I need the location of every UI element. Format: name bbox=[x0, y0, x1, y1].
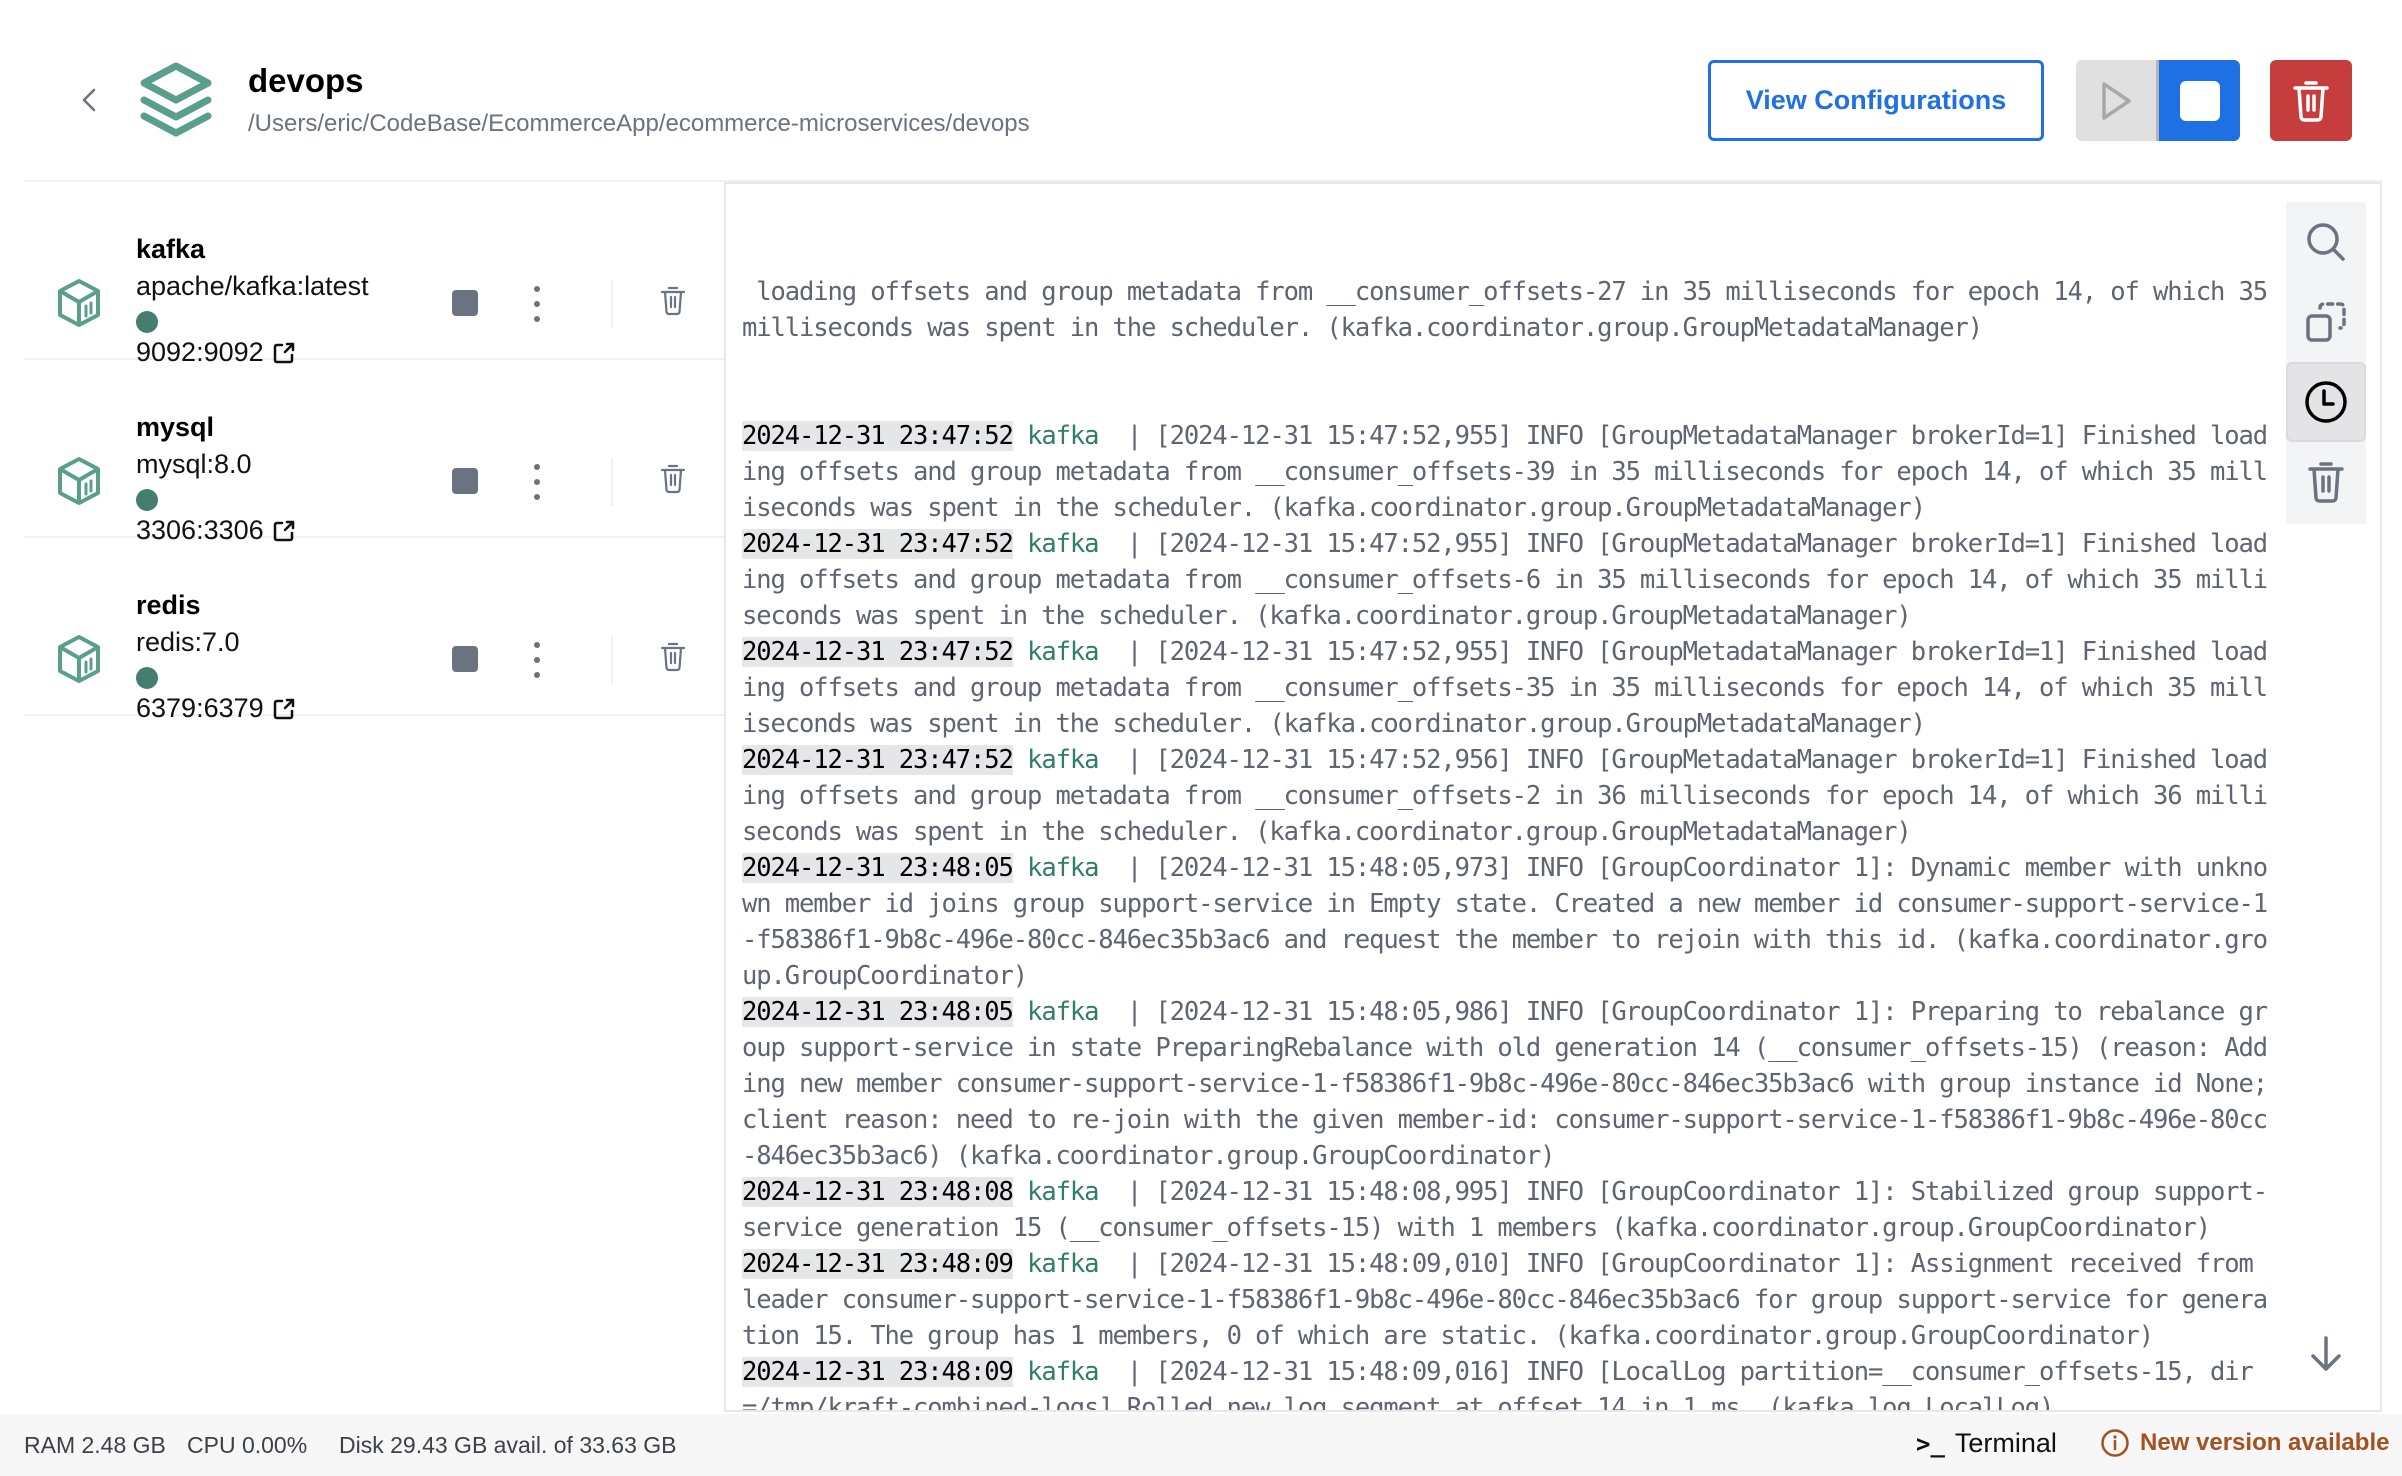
chevron-left-icon bbox=[82, 88, 96, 112]
copy-logs-button[interactable] bbox=[2286, 282, 2366, 362]
container-row-kafka[interactable]: kafka apache/kafka:latest 9092:9092 bbox=[24, 182, 724, 367]
container-image: redis:7.0 bbox=[136, 627, 240, 657]
terminal-button[interactable]: >_ Terminal bbox=[1916, 1428, 2057, 1459]
log-line: 2024-12-31 23:48:09 kafka | [2024-12-31 … bbox=[742, 1246, 2272, 1354]
container-name: mysql bbox=[136, 412, 215, 442]
log-line: 2024-12-31 23:47:52 kafka | [2024-12-31 … bbox=[742, 742, 2272, 850]
info-icon bbox=[2101, 1429, 2129, 1457]
arrow-down-icon bbox=[2311, 1336, 2341, 1371]
view-configurations-button[interactable]: View Configurations bbox=[1708, 60, 2044, 141]
play-icon bbox=[2102, 81, 2131, 120]
divider bbox=[611, 458, 613, 506]
stop-icon bbox=[2179, 80, 2220, 121]
delete-container-icon[interactable] bbox=[660, 464, 686, 494]
terminal-icon: >_ bbox=[1916, 1429, 1945, 1458]
container-cube-icon bbox=[58, 457, 100, 505]
log-timestamp: 2024-12-31 23:48:05 bbox=[742, 997, 1014, 1027]
stop-container-button[interactable] bbox=[452, 290, 478, 316]
log-service: kafka bbox=[1027, 745, 1099, 775]
log-service: kafka bbox=[1027, 997, 1099, 1027]
log-timestamp: 2024-12-31 23:48:09 bbox=[742, 1357, 1014, 1387]
log-service: kafka bbox=[1027, 1177, 1099, 1207]
log-service: kafka bbox=[1027, 529, 1099, 559]
new-version-label: New version available bbox=[2140, 1429, 2390, 1456]
status-bar: RAM 2.48 GB CPU 0.00% Disk 29.43 GB avai… bbox=[0, 1414, 2402, 1476]
layers-stack-icon bbox=[140, 62, 212, 137]
container-list: kafka apache/kafka:latest 9092:9092 mysq… bbox=[24, 182, 724, 723]
log-line: 2024-12-31 23:48:09 kafka | [2024-12-31 … bbox=[742, 1354, 2272, 1410]
scroll-to-bottom-button[interactable] bbox=[2306, 1332, 2346, 1376]
log-service: kafka bbox=[1027, 421, 1099, 451]
clear-logs-button[interactable] bbox=[2286, 442, 2366, 522]
port-mapping: 6379:6379 bbox=[136, 693, 264, 723]
delete-container-icon[interactable] bbox=[660, 642, 686, 672]
more-options-button[interactable] bbox=[530, 286, 544, 322]
trash-icon bbox=[2308, 462, 2344, 503]
stop-button[interactable] bbox=[2159, 60, 2240, 141]
trash-icon bbox=[2293, 80, 2329, 122]
project-title: devops bbox=[248, 62, 364, 99]
log-timestamp: 2024-12-31 23:47:52 bbox=[742, 529, 1014, 559]
delete-project-button[interactable] bbox=[2270, 60, 2352, 141]
status-indicator bbox=[136, 489, 158, 511]
more-options-button[interactable] bbox=[530, 642, 544, 678]
container-name: redis bbox=[136, 590, 201, 620]
log-timestamp: 2024-12-31 23:48:09 bbox=[742, 1249, 1014, 1279]
status-indicator bbox=[136, 311, 158, 333]
log-toolbar bbox=[2286, 202, 2366, 524]
log-timestamp: 2024-12-31 23:47:52 bbox=[742, 421, 1014, 451]
status-indicator bbox=[136, 667, 158, 689]
stop-container-button[interactable] bbox=[452, 646, 478, 672]
log-timestamp: 2024-12-31 23:48:08 bbox=[742, 1177, 1014, 1207]
header: devops /Users/eric/CodeBase/EcommerceApp… bbox=[0, 0, 2402, 182]
start-button[interactable] bbox=[2076, 60, 2159, 141]
container-row-mysql[interactable]: mysql mysql:8.0 3306:3306 bbox=[24, 360, 724, 545]
container-name: kafka bbox=[136, 234, 206, 264]
log-line: 2024-12-31 23:48:05 kafka | [2024-12-31 … bbox=[742, 850, 2272, 994]
log-line: 2024-12-31 23:47:52 kafka | [2024-12-31 … bbox=[742, 634, 2272, 742]
more-options-button[interactable] bbox=[530, 464, 544, 500]
disk-usage: Disk 29.43 GB avail. of 33.63 GB bbox=[339, 1432, 677, 1458]
delete-container-icon[interactable] bbox=[660, 286, 686, 316]
cpu-usage: CPU 0.00% bbox=[187, 1432, 308, 1458]
container-image: mysql:8.0 bbox=[136, 449, 252, 479]
log-service: kafka bbox=[1027, 1249, 1099, 1279]
search-icon bbox=[2307, 223, 2345, 261]
log-service: kafka bbox=[1027, 853, 1099, 883]
project-path: /Users/eric/CodeBase/EcommerceApp/ecomme… bbox=[248, 110, 1030, 137]
container-cube-icon bbox=[58, 635, 100, 683]
divider bbox=[611, 280, 613, 328]
port-link[interactable]: 6379:6379 bbox=[136, 693, 296, 724]
container-image: apache/kafka:latest bbox=[136, 271, 369, 301]
log-panel[interactable]: loading offsets and group metadata from … bbox=[724, 182, 2382, 1412]
divider bbox=[611, 636, 613, 684]
container-cube-icon bbox=[58, 279, 100, 327]
timestamps-toggle-button[interactable] bbox=[2286, 362, 2366, 442]
log-line: 2024-12-31 23:48:08 kafka | [2024-12-31 … bbox=[742, 1174, 2272, 1246]
log-timestamp: 2024-12-31 23:47:52 bbox=[742, 745, 1014, 775]
copy-icon bbox=[2306, 302, 2346, 342]
back-button[interactable] bbox=[74, 82, 104, 118]
search-logs-button[interactable] bbox=[2286, 202, 2366, 282]
ram-usage: RAM 2.48 GB bbox=[24, 1432, 166, 1458]
log-service: kafka bbox=[1027, 1357, 1099, 1387]
container-row-redis[interactable]: redis redis:7.0 6379:6379 bbox=[24, 538, 724, 723]
log-line: loading offsets and group metadata from … bbox=[742, 277, 2282, 343]
external-link-icon bbox=[273, 698, 294, 719]
clock-icon bbox=[2305, 381, 2347, 423]
log-line: 2024-12-31 23:48:05 kafka | [2024-12-31 … bbox=[742, 994, 2272, 1174]
new-version-link[interactable]: New version available bbox=[2100, 1428, 2389, 1458]
stop-container-button[interactable] bbox=[452, 468, 478, 494]
log-timestamp: 2024-12-31 23:47:52 bbox=[742, 637, 1014, 667]
log-timestamp: 2024-12-31 23:48:05 bbox=[742, 853, 1014, 883]
log-output: loading offsets and group metadata from … bbox=[742, 202, 2282, 1410]
terminal-label: Terminal bbox=[1954, 1428, 2057, 1458]
log-line: 2024-12-31 23:47:52 kafka | [2024-12-31 … bbox=[742, 526, 2272, 634]
log-service: kafka bbox=[1027, 637, 1099, 667]
log-line: 2024-12-31 23:47:52 kafka | [2024-12-31 … bbox=[742, 418, 2272, 526]
